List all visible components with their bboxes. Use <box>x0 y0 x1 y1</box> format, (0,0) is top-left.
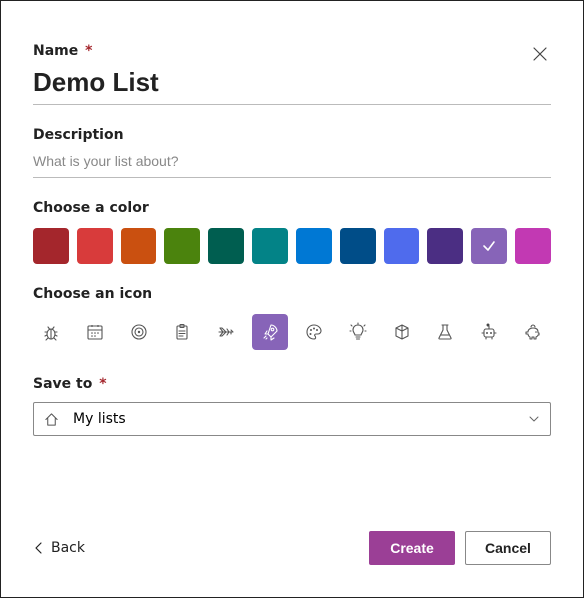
required-mark: * <box>85 43 92 59</box>
color-swatch[interactable] <box>77 228 113 264</box>
calendar-option[interactable] <box>77 314 113 350</box>
color-swatch[interactable] <box>340 228 376 264</box>
color-swatch[interactable] <box>471 228 507 264</box>
chevron-down-icon <box>528 413 540 425</box>
home-icon <box>44 412 59 427</box>
color-swatch[interactable] <box>296 228 332 264</box>
back-button[interactable]: Back <box>33 540 85 556</box>
description-label-text: Description <box>33 127 124 143</box>
back-button-label: Back <box>51 540 85 556</box>
create-button[interactable]: Create <box>369 531 455 565</box>
lightbulb-option[interactable] <box>340 314 376 350</box>
piggybank-icon <box>523 322 543 342</box>
clipboard-option[interactable] <box>164 314 200 350</box>
color-swatch[interactable] <box>252 228 288 264</box>
create-list-dialog: Name * Description Choose a color Choose… <box>1 1 583 597</box>
close-icon <box>533 47 547 61</box>
choose-color-label: Choose a color <box>33 200 551 216</box>
color-swatch[interactable] <box>33 228 69 264</box>
target-option[interactable] <box>121 314 157 350</box>
name-label-text: Name <box>33 43 78 59</box>
dialog-footer: Back Create Cancel <box>33 531 551 565</box>
beaker-option[interactable] <box>427 314 463 350</box>
rocket-icon <box>260 322 280 342</box>
cube-option[interactable] <box>384 314 420 350</box>
name-input[interactable] <box>33 63 551 105</box>
choose-icon-label: Choose an icon <box>33 286 551 302</box>
color-swatch[interactable] <box>384 228 420 264</box>
save-to-dropdown[interactable]: My lists <box>33 402 551 436</box>
choose-icon-label-text: Choose an icon <box>33 286 152 302</box>
color-swatch[interactable] <box>208 228 244 264</box>
robot-icon <box>479 322 499 342</box>
icon-option-row <box>33 314 551 350</box>
airplane-icon <box>216 322 236 342</box>
close-button[interactable] <box>529 43 551 65</box>
name-label: Name * <box>33 43 551 59</box>
save-to-selected: My lists <box>73 411 126 427</box>
piggybank-option[interactable] <box>515 314 551 350</box>
required-mark: * <box>99 376 106 392</box>
chevron-left-icon <box>33 541 45 555</box>
bug-option[interactable] <box>33 314 69 350</box>
bug-icon <box>41 322 61 342</box>
calendar-icon <box>85 322 105 342</box>
clipboard-icon <box>172 322 192 342</box>
airplane-option[interactable] <box>208 314 244 350</box>
color-swatch[interactable] <box>164 228 200 264</box>
check-icon <box>481 238 497 254</box>
cancel-button[interactable]: Cancel <box>465 531 551 565</box>
cancel-button-label: Cancel <box>485 540 531 556</box>
description-input[interactable] <box>33 147 551 178</box>
color-swatch-row <box>33 228 551 264</box>
palette-option[interactable] <box>296 314 332 350</box>
target-icon <box>129 322 149 342</box>
save-to-label: Save to * <box>33 376 551 392</box>
beaker-icon <box>435 322 455 342</box>
create-button-label: Create <box>390 540 434 556</box>
choose-color-label-text: Choose a color <box>33 200 149 216</box>
color-swatch[interactable] <box>121 228 157 264</box>
cube-icon <box>392 322 412 342</box>
save-to-label-text: Save to <box>33 376 92 392</box>
robot-option[interactable] <box>471 314 507 350</box>
color-swatch[interactable] <box>427 228 463 264</box>
description-label: Description <box>33 127 551 143</box>
palette-icon <box>304 322 324 342</box>
lightbulb-icon <box>348 322 368 342</box>
color-swatch[interactable] <box>515 228 551 264</box>
rocket-option[interactable] <box>252 314 288 350</box>
